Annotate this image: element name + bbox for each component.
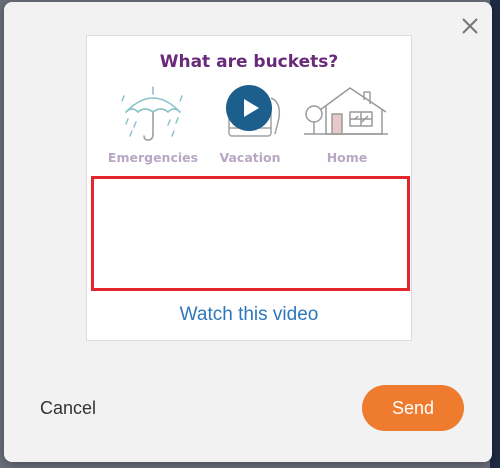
house-icon [304, 87, 388, 135]
close-button[interactable] [456, 12, 484, 40]
bucket-emergencies: Emergencies [103, 84, 203, 170]
bucket-label: Emergencies [107, 150, 199, 165]
close-icon [462, 18, 478, 34]
card-title: What are buckets? [159, 52, 339, 72]
bucket-label: Vacation [219, 150, 281, 165]
video-frame [91, 176, 410, 291]
bucket-label: Home [326, 150, 368, 165]
cancel-button[interactable]: Cancel [40, 398, 96, 419]
send-button[interactable]: Send [362, 385, 464, 431]
watch-video-link[interactable]: Watch this video [87, 304, 411, 326]
bucket-home: Home [297, 84, 397, 170]
buckets-video-card: What are buckets? Emergencies Vacation H… [86, 35, 412, 341]
umbrella-rain-icon [121, 86, 183, 141]
dialog: What are buckets? Emergencies Vacation H… [4, 2, 492, 462]
play-video-button[interactable] [226, 85, 272, 131]
